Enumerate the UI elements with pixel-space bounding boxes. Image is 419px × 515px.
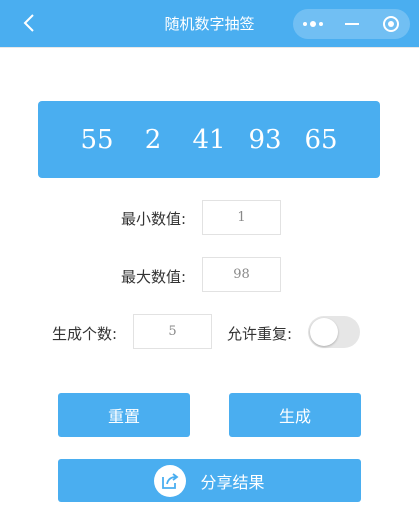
- result-number: 65: [304, 124, 338, 155]
- minus-icon: [344, 23, 359, 25]
- target-icon: [382, 16, 399, 32]
- generate-button[interactable]: 生成: [229, 393, 361, 437]
- count-label: 生成个数:: [52, 325, 118, 343]
- reset-button[interactable]: 重置: [58, 393, 190, 437]
- close-miniprogram-button[interactable]: [371, 9, 410, 39]
- minimize-button[interactable]: [332, 9, 371, 39]
- share-button-label: 分享结果: [200, 472, 265, 492]
- more-button[interactable]: [293, 9, 332, 39]
- background-line: [0, 47, 419, 48]
- more-dots-icon: [302, 21, 323, 27]
- result-number: 93: [248, 124, 282, 155]
- reset-button-label: 重置: [107, 407, 140, 426]
- max-value-label: 最大数值:: [121, 268, 187, 286]
- allow-repeat-label: 允许重复:: [227, 325, 293, 343]
- result-display: 55 2 41 93 65: [38, 101, 380, 178]
- min-value-input[interactable]: 1: [202, 200, 281, 235]
- result-number: 2: [144, 124, 162, 155]
- max-value-input[interactable]: 98: [202, 257, 281, 292]
- count-input[interactable]: 5: [133, 314, 212, 349]
- result-number: 41: [192, 124, 226, 155]
- toggle-knob: [310, 318, 338, 346]
- generate-button-label: 生成: [278, 407, 311, 426]
- result-number: 55: [80, 124, 114, 155]
- share-icon: [154, 464, 187, 497]
- share-result-button[interactable]: 分享结果: [58, 459, 361, 502]
- capsule-menu: [293, 9, 410, 39]
- allow-repeat-toggle[interactable]: [308, 316, 360, 348]
- min-value-label: 最小数值:: [121, 210, 187, 228]
- navigation-bar: 随机数字抽签: [0, 0, 419, 47]
